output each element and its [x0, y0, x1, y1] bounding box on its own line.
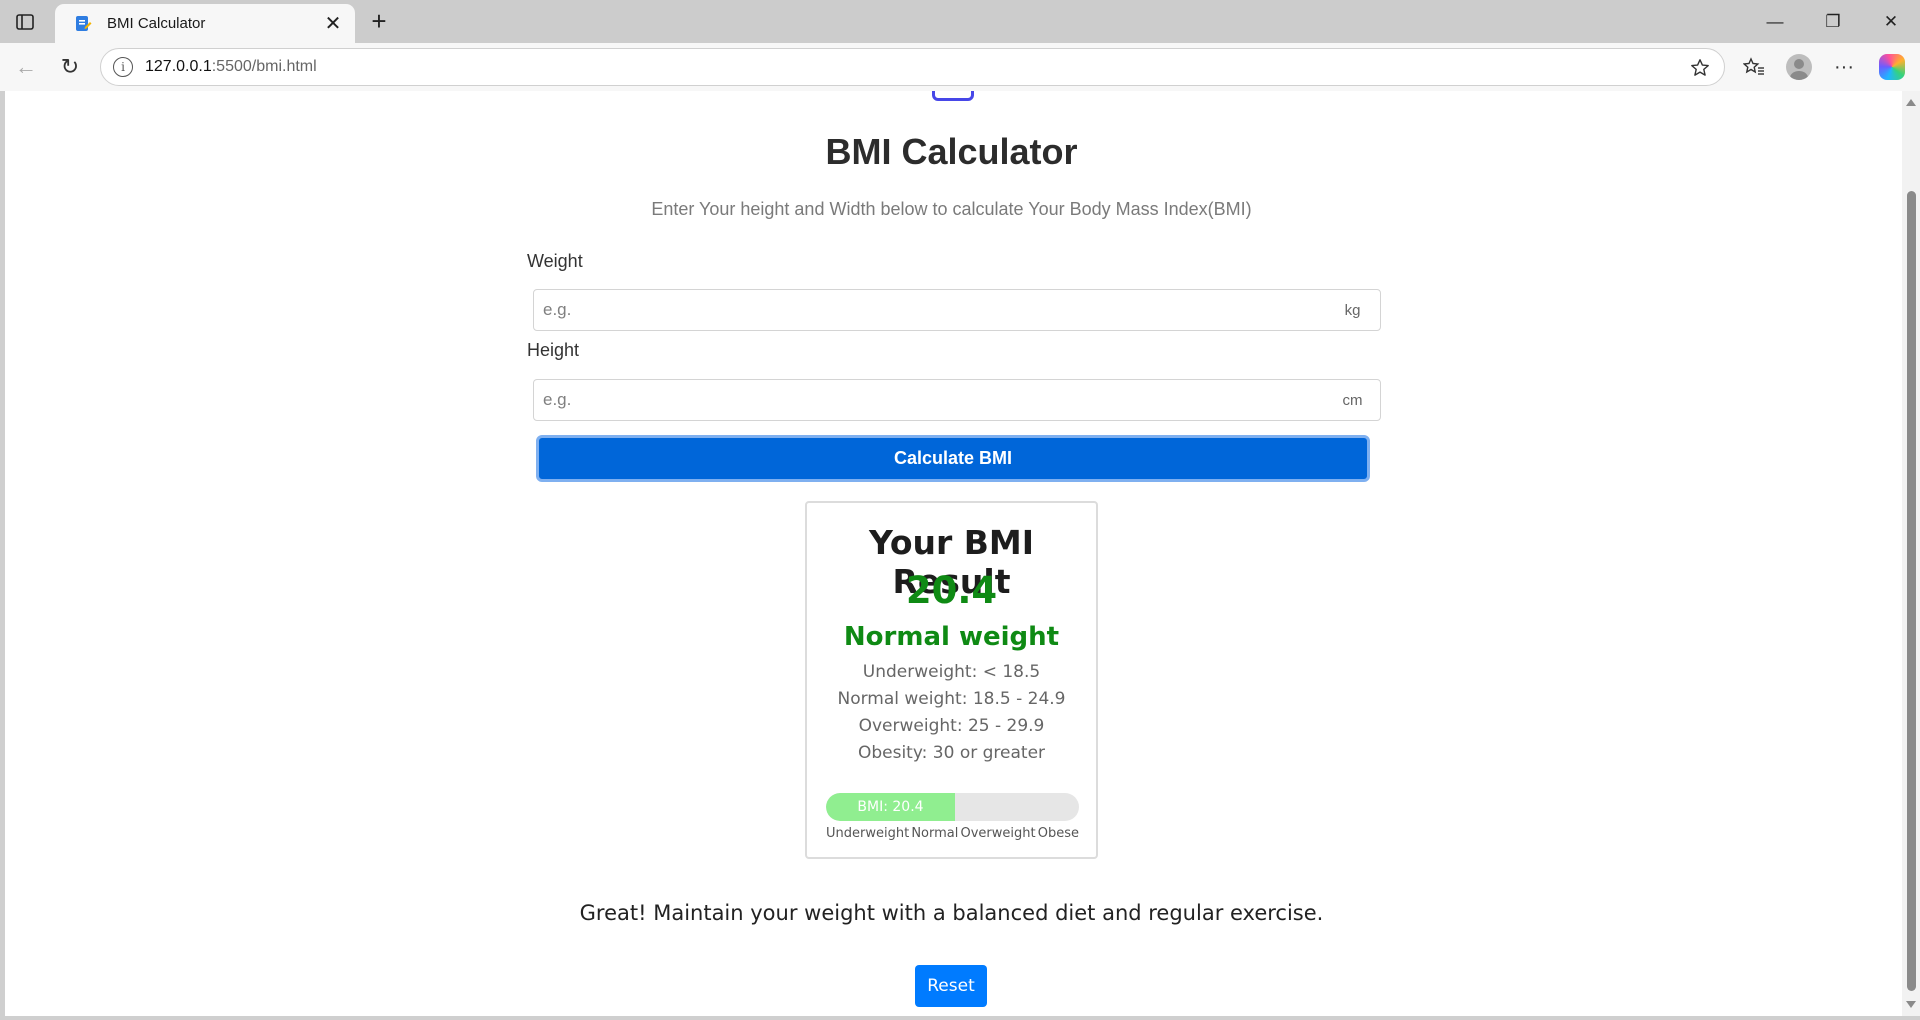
bmi-progress-bar: BMI: 20.4: [826, 793, 1079, 821]
calculate-bmi-button[interactable]: Calculate BMI: [536, 435, 1370, 482]
reset-button[interactable]: Reset: [915, 965, 987, 1007]
bmi-range-list: Underweight: < 18.5 Normal weight: 18.5 …: [807, 659, 1096, 767]
bmi-progress-fill: BMI: 20.4: [826, 793, 956, 821]
range-normal: Normal weight: 18.5 - 24.9: [837, 689, 1066, 709]
page-favicon-icon: [73, 14, 93, 34]
browser-toolbar: ← ↻ i 127.0.0.1 :5500/bmi.html ···: [0, 43, 1920, 91]
weight-field: kg: [533, 289, 1381, 331]
range-overweight: Overweight: 25 - 29.9: [858, 716, 1045, 736]
more-options-icon[interactable]: ···: [1828, 51, 1860, 83]
weight-input[interactable]: [534, 290, 1325, 330]
scroll-down-icon[interactable]: [1906, 1001, 1916, 1008]
url-host: 127.0.0.1: [145, 58, 212, 75]
site-info-icon[interactable]: i: [113, 57, 133, 77]
favorite-star-icon[interactable]: [1688, 56, 1712, 80]
tab-title: BMI Calculator: [107, 15, 206, 32]
height-unit: cm: [1342, 391, 1363, 409]
scale-obese: Obese: [1037, 826, 1079, 841]
scale-normal: Normal: [911, 826, 959, 841]
bmi-category: Normal weight: [843, 622, 1060, 652]
address-bar[interactable]: i 127.0.0.1 :5500/bmi.html: [100, 48, 1725, 86]
new-tab-icon[interactable]: +: [364, 6, 394, 36]
profile-avatar[interactable]: [1783, 51, 1815, 83]
reload-icon[interactable]: ↻: [54, 51, 86, 83]
close-window-icon[interactable]: ✕: [1862, 0, 1920, 43]
vertical-scrollbar[interactable]: [1902, 91, 1920, 1016]
range-underweight: Underweight: < 18.5: [862, 662, 1041, 682]
range-obesity: Obesity: 30 or greater: [857, 743, 1046, 763]
scroll-thumb[interactable]: [1907, 191, 1916, 991]
tab-actions-icon[interactable]: [12, 9, 38, 35]
minimize-icon[interactable]: ―: [1746, 0, 1804, 43]
bmi-value: 20.4: [905, 569, 998, 612]
window-controls: ― ❐ ✕: [1746, 0, 1920, 43]
page-viewport: BMI Calculator Enter Your height and Wid…: [5, 91, 1920, 1016]
height-label: Height: [527, 340, 580, 360]
favorites-icon[interactable]: [1738, 51, 1770, 83]
close-tab-icon[interactable]: ✕: [321, 12, 345, 36]
bmi-scale-labels: Underweight Normal Overweight Obese: [826, 826, 1079, 841]
logo-icon: [932, 91, 974, 101]
scale-overweight: Overweight: [960, 826, 1036, 841]
height-input[interactable]: [534, 380, 1325, 420]
page-subtitle: Enter Your height and Width below to cal…: [651, 199, 1252, 219]
advice-text: Great! Maintain your weight with a balan…: [579, 901, 1324, 925]
scale-underweight: Underweight: [826, 826, 910, 841]
weight-label: Weight: [527, 251, 583, 271]
bmi-result-card: Your BMI Result 20.4 Normal weight Under…: [805, 501, 1098, 859]
page-title: BMI Calculator: [825, 131, 1078, 172]
url-path: :5500/bmi.html: [211, 58, 317, 75]
browser-tab[interactable]: BMI Calculator ✕: [55, 4, 355, 43]
scroll-up-icon[interactable]: [1906, 99, 1916, 106]
height-field: cm: [533, 379, 1381, 421]
browser-tab-strip: BMI Calculator ✕ + ― ❐ ✕: [0, 0, 1920, 43]
copilot-icon[interactable]: [1876, 51, 1908, 83]
weight-unit: kg: [1344, 301, 1361, 319]
back-icon[interactable]: ←: [10, 51, 42, 83]
restore-icon[interactable]: ❐: [1804, 0, 1862, 43]
